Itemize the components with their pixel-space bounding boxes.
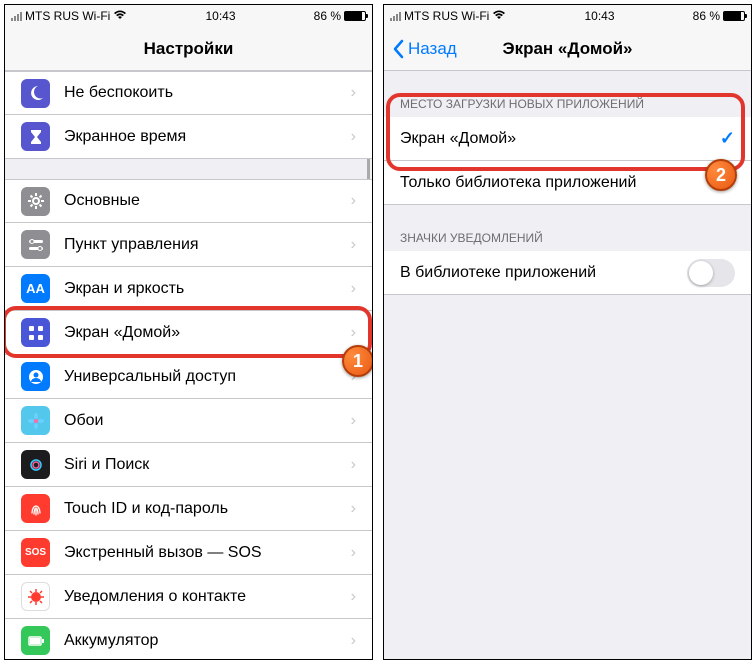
carrier-label: MTS RUS Wi-Fi [404,9,489,23]
siri-icon [21,450,50,479]
annotation-marker: 2 [705,159,737,191]
row-label: Не беспокоить [64,84,345,102]
toggle-switch[interactable] [687,259,735,287]
chevron-right-icon: › [351,280,356,298]
flower-icon [21,406,50,435]
page-title: Настройки [144,39,234,59]
settings-row[interactable]: Siri и Поиск › [5,443,372,487]
hourglass-icon [21,122,50,151]
chevron-right-icon: › [351,324,356,342]
nav-bar: Назад Экран «Домой» [384,27,751,71]
row-label: Уведомления о контакте [64,588,345,606]
settings-row[interactable]: Основные › [5,179,372,223]
option-row[interactable]: В библиотеке приложений [384,251,751,295]
wifi-icon [492,9,506,23]
signal-icon [11,11,22,21]
row-label: Экран «Домой» [400,130,720,148]
chevron-right-icon: › [351,456,356,474]
row-label: В библиотеке приложений [400,264,687,282]
settings-row[interactable]: Не беспокоить › [5,71,372,115]
chevron-right-icon: › [351,192,356,210]
switches-icon [21,230,50,259]
chevron-right-icon: › [351,236,356,254]
status-bar: MTS RUS Wi-Fi 10:43 86 % [5,5,372,27]
row-label: Экран «Домой» [64,324,345,342]
settings-row[interactable]: Уведомления о контакте › [5,575,372,619]
status-bar: MTS RUS Wi-Fi 10:43 86 % [384,5,751,27]
carrier-label: MTS RUS Wi-Fi [25,9,110,23]
battery-icon [344,11,366,21]
chevron-left-icon [392,39,404,59]
gear-icon [21,187,50,216]
signal-icon [390,11,401,21]
nav-bar: Настройки [5,27,372,71]
settings-list[interactable]: Не беспокоить›Экранное время›Основные›Пу… [5,71,372,659]
section-header: МЕСТО ЗАГРУЗКИ НОВЫХ ПРИЛОЖЕНИЙ [384,91,751,117]
option-row[interactable]: Экран «Домой»✓ [384,117,751,161]
battery-icon [21,626,50,655]
row-label: Аккумулятор [64,632,345,650]
row-label: Только библиотека приложений [400,174,735,192]
annotation-marker: 1 [342,345,372,377]
chevron-right-icon: › [351,412,356,430]
settings-row[interactable]: AA Экран и яркость › [5,267,372,311]
back-button[interactable]: Назад [392,39,457,59]
row-label: Экстренный вызов — SOS [64,544,345,562]
chevron-right-icon: › [351,128,356,146]
fingerprint-icon [21,494,50,523]
row-label: Экран и яркость [64,280,345,298]
back-label: Назад [408,39,457,59]
row-label: Обои [64,412,345,430]
row-label: Экранное время [64,128,345,146]
settings-row[interactable]: Обои › [5,399,372,443]
chevron-right-icon: › [351,84,356,102]
moon-icon [21,79,50,108]
battery-pct: 86 % [314,9,341,23]
wifi-icon [113,9,127,23]
settings-row[interactable]: Экранное время › [5,115,372,159]
settings-row[interactable]: SOS Экстренный вызов — SOS › [5,531,372,575]
row-label: Основные [64,192,345,210]
row-label: Универсальный доступ [64,368,345,386]
section-header: ЗНАЧКИ УВЕДОМЛЕНИЙ [384,225,751,251]
phone-right: MTS RUS Wi-Fi 10:43 86 % Назад Экран «До… [383,4,752,660]
chevron-right-icon: › [351,632,356,650]
battery-pct: 86 % [693,9,720,23]
time-label: 10:43 [584,9,614,23]
chevron-right-icon: › [351,500,356,518]
settings-row[interactable]: Touch ID и код-пароль › [5,487,372,531]
phone-left: MTS RUS Wi-Fi 10:43 86 % Настройки Не бе… [4,4,373,660]
home-screen-settings[interactable]: МЕСТО ЗАГРУЗКИ НОВЫХ ПРИЛОЖЕНИЙЭкран «До… [384,71,751,659]
virus-icon [21,582,50,611]
row-label: Пункт управления [64,236,345,254]
chevron-right-icon: › [351,588,356,606]
SOS-icon: SOS [21,538,50,567]
person-icon [21,362,50,391]
row-label: Touch ID и код-пароль [64,500,345,518]
grid-icon [21,318,50,347]
time-label: 10:43 [205,9,235,23]
settings-row[interactable]: Универсальный доступ› [5,355,372,399]
option-row[interactable]: Только библиотека приложений [384,161,751,205]
battery-icon [723,11,745,21]
page-title: Экран «Домой» [502,39,632,59]
chevron-right-icon: › [351,544,356,562]
settings-row[interactable]: Аккумулятор › [5,619,372,659]
settings-row[interactable]: Пункт управления › [5,223,372,267]
row-label: Siri и Поиск [64,456,345,474]
AA-icon: AA [21,274,50,303]
checkmark-icon: ✓ [720,128,735,149]
settings-row[interactable]: Экран «Домой» › [5,311,372,355]
